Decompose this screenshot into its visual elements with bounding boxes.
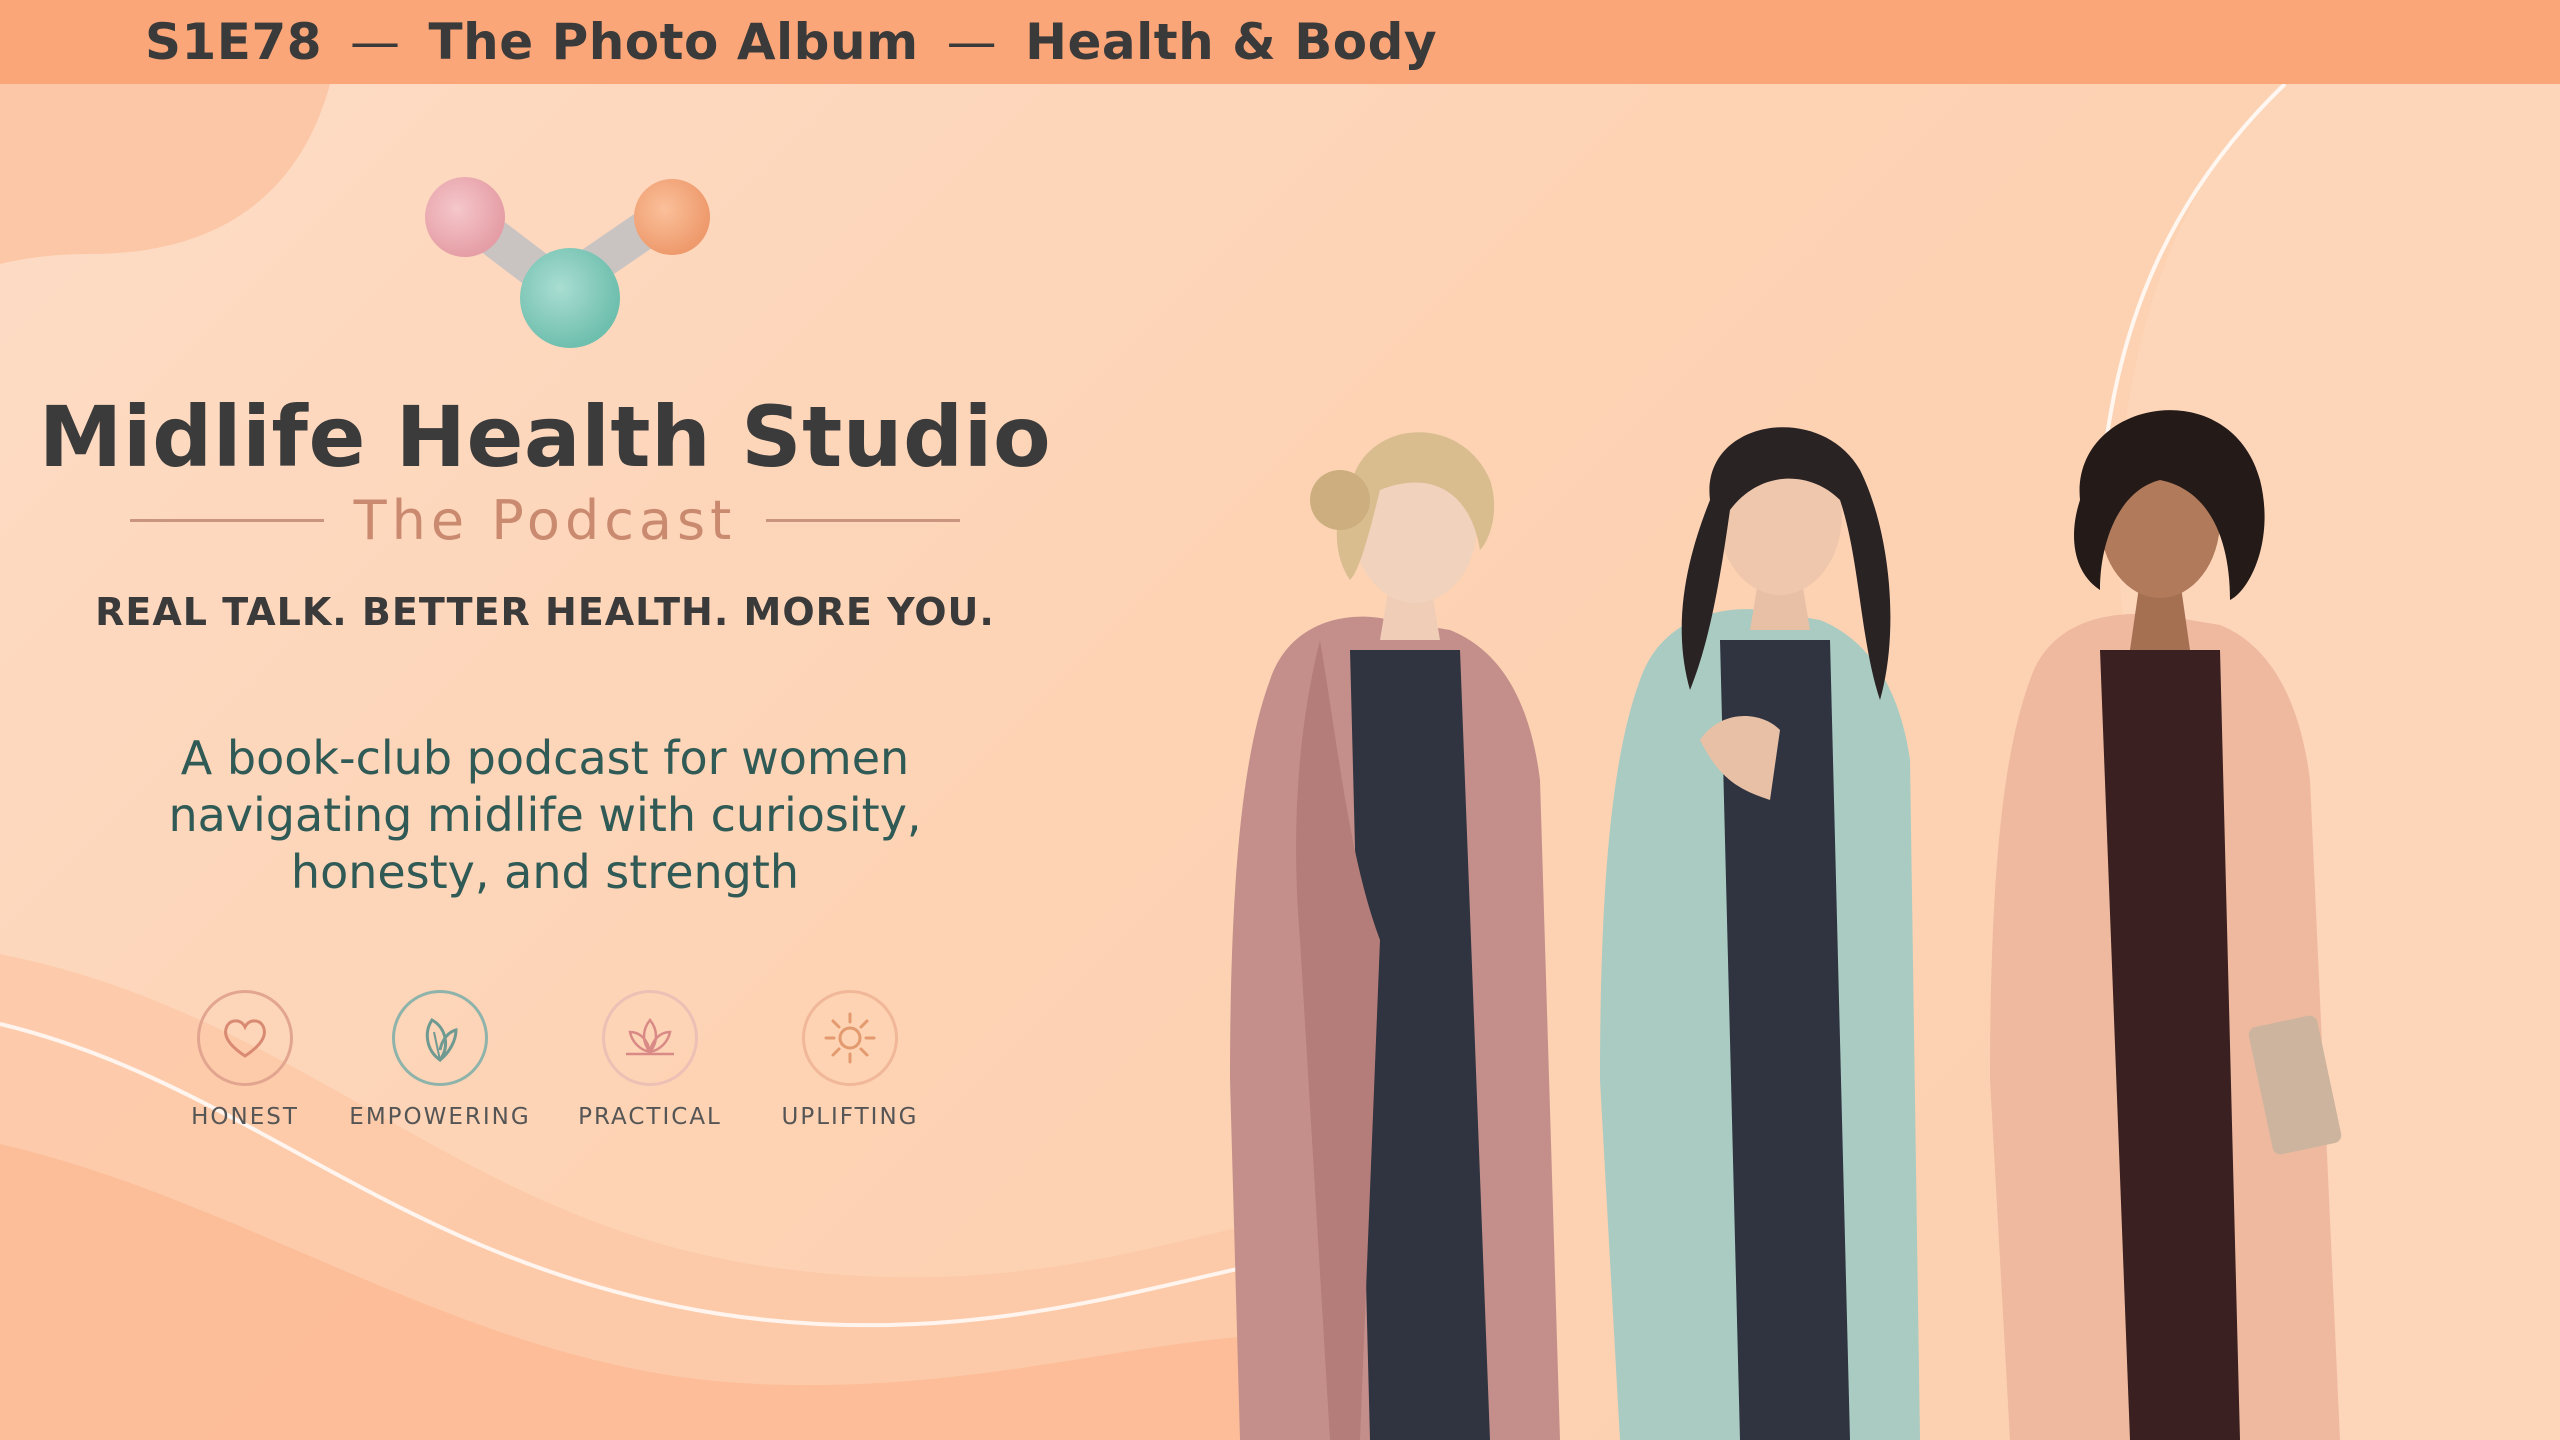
episode-number: S1E78 — [145, 13, 323, 71]
leaf-icon — [392, 990, 488, 1086]
episode-bar: S1E78 — The Photo Album — Health & Body — [0, 0, 2560, 84]
podcast-tagline: REAL TALK. BETTER HEALTH. MORE YOU. — [95, 590, 995, 634]
values-row: HONEST EMPOWERING PRACTICAL UPLIFTING — [150, 990, 930, 1150]
episode-separator: — — [350, 13, 401, 71]
studio-logo — [425, 177, 710, 348]
value-label-practical: PRACTICAL — [578, 1104, 722, 1130]
lotus-icon — [602, 990, 698, 1086]
host-middle — [1600, 427, 1920, 1440]
value-uplifting: UPLIFTING — [755, 990, 945, 1130]
heart-icon — [197, 990, 293, 1086]
podcast-cover: S1E78 — The Photo Album — Health & Body … — [0, 0, 2560, 1440]
value-honest: HONEST — [150, 990, 340, 1130]
podcast-subtitle: The Podcast — [353, 488, 737, 552]
episode-title: The Photo Album — [428, 13, 919, 71]
host-left — [1230, 432, 1560, 1440]
divider-right — [766, 518, 960, 522]
podcast-description: A book-club podcast for women navigating… — [168, 731, 922, 899]
divider-left — [130, 518, 324, 522]
podcast-subtitle-row: The Podcast — [130, 488, 960, 552]
sun-icon — [802, 990, 898, 1086]
podcast-title: Midlife Health Studio — [38, 388, 1052, 486]
value-empowering: EMPOWERING — [345, 990, 535, 1130]
value-practical: PRACTICAL — [555, 990, 745, 1130]
host-right — [1990, 410, 2342, 1440]
hosts-photo — [1230, 410, 2342, 1440]
episode-category: Health & Body — [1025, 13, 1438, 71]
value-label-uplifting: UPLIFTING — [781, 1104, 919, 1130]
value-label-empowering: EMPOWERING — [349, 1104, 531, 1130]
category-separator: — — [946, 13, 998, 71]
value-label-honest: HONEST — [191, 1104, 299, 1130]
